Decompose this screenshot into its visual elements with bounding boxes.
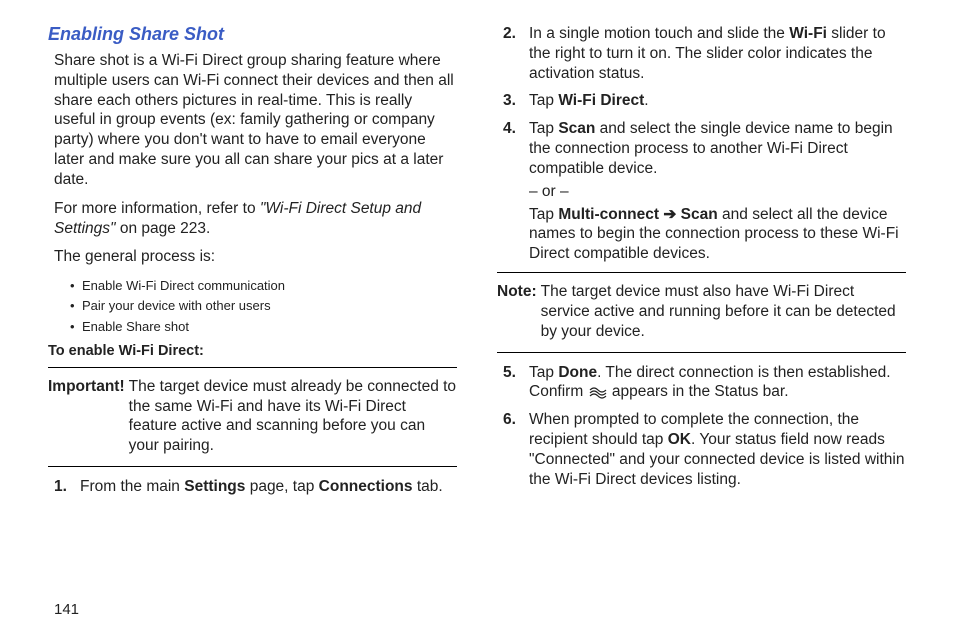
moreinfo-pre: For more information, refer to bbox=[54, 200, 260, 217]
right-column: 2. In a single motion touch and slide th… bbox=[497, 24, 906, 505]
steps-right-bottom: 5. Tap Done. The direct connection is th… bbox=[497, 363, 906, 490]
step-text: Tap Wi-Fi Direct. bbox=[529, 91, 906, 111]
divider bbox=[497, 352, 906, 353]
step-number: 6. bbox=[497, 410, 529, 489]
note-block: Note: The target device must also have W… bbox=[497, 277, 906, 347]
step-number: 3. bbox=[497, 91, 529, 111]
divider bbox=[48, 466, 457, 467]
note-label: Note: bbox=[497, 282, 541, 341]
step-text: When prompted to complete the connection… bbox=[529, 410, 906, 489]
step-6: 6. When prompted to complete the connect… bbox=[497, 410, 906, 489]
bullet-item: Enable Wi-Fi Direct communication bbox=[82, 276, 457, 296]
step-number: 4. bbox=[497, 119, 529, 264]
intro-paragraph: Share shot is a Wi-Fi Direct group shari… bbox=[48, 51, 457, 190]
wifi-direct-icon bbox=[588, 385, 608, 399]
note-text: The target device must also have Wi-Fi D… bbox=[541, 282, 906, 341]
step-text: From the main Settings page, tap Connect… bbox=[80, 477, 457, 497]
or-separator: – or – bbox=[529, 182, 906, 202]
bullet-item: Enable Share shot bbox=[82, 317, 457, 337]
step-number: 5. bbox=[497, 363, 529, 403]
step-2: 2. In a single motion touch and slide th… bbox=[497, 24, 906, 83]
important-label: Important! bbox=[48, 377, 129, 456]
steps-right-top: 2. In a single motion touch and slide th… bbox=[497, 24, 906, 264]
divider bbox=[497, 272, 906, 273]
process-intro: The general process is: bbox=[48, 247, 457, 267]
step-text: Tap Scan and select the single device na… bbox=[529, 119, 906, 264]
step-4: 4. Tap Scan and select the single device… bbox=[497, 119, 906, 264]
step-1: 1. From the main Settings page, tap Conn… bbox=[48, 477, 457, 497]
more-info-paragraph: For more information, refer to "Wi-Fi Di… bbox=[48, 199, 457, 239]
bullet-item: Pair your device with other users bbox=[82, 296, 457, 316]
important-block: Important! The target device must alread… bbox=[48, 372, 457, 462]
section-title: Enabling Share Shot bbox=[48, 24, 457, 45]
step-number: 2. bbox=[497, 24, 529, 83]
steps-left: 1. From the main Settings page, tap Conn… bbox=[48, 477, 457, 497]
left-column: Enabling Share Shot Share shot is a Wi-F… bbox=[48, 24, 457, 505]
subheading-enable-wifi-direct: To enable Wi-Fi Direct: bbox=[48, 343, 457, 359]
important-text: The target device must already be connec… bbox=[129, 377, 457, 456]
step-5: 5. Tap Done. The direct connection is th… bbox=[497, 363, 906, 403]
step-number: 1. bbox=[48, 477, 80, 497]
divider bbox=[48, 367, 457, 368]
step-text: In a single motion touch and slide the W… bbox=[529, 24, 906, 83]
page-number: 141 bbox=[54, 601, 79, 618]
moreinfo-post: on page 223. bbox=[116, 220, 211, 237]
process-bullets: Enable Wi-Fi Direct communication Pair y… bbox=[48, 276, 457, 336]
step-text: Tap Done. The direct connection is then … bbox=[529, 363, 906, 403]
step-3: 3. Tap Wi-Fi Direct. bbox=[497, 91, 906, 111]
